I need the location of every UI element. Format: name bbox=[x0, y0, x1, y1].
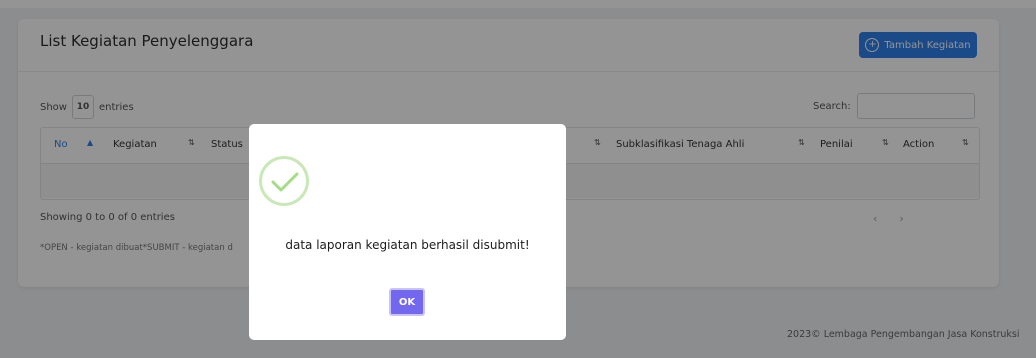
success-dialog: data laporan kegiatan berhasil disubmit!… bbox=[249, 124, 566, 340]
ok-button[interactable]: OK bbox=[389, 288, 425, 316]
success-check-icon bbox=[259, 156, 309, 206]
dialog-message: data laporan kegiatan berhasil disubmit! bbox=[285, 238, 530, 252]
